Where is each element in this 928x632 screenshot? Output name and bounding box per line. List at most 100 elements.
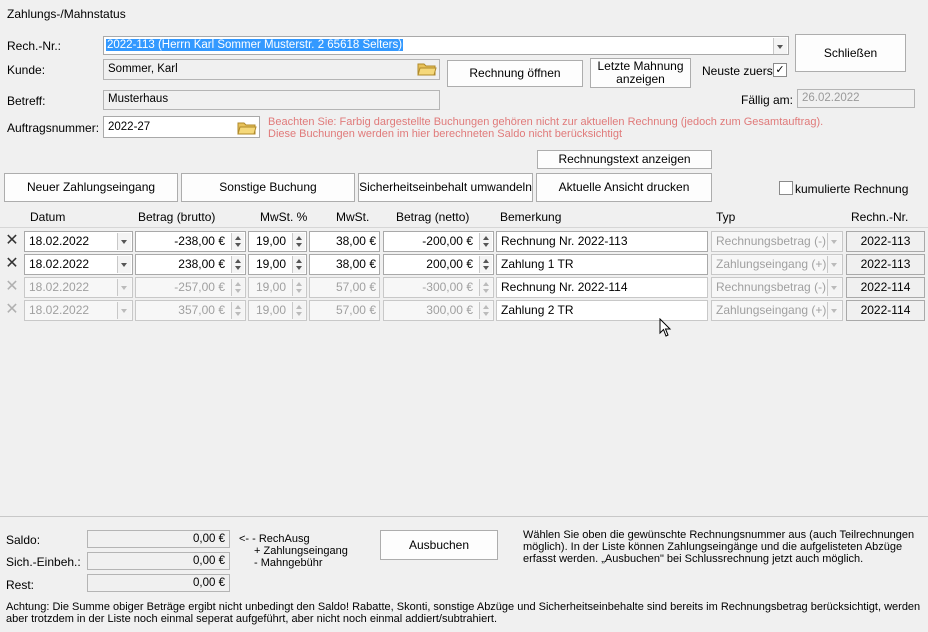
- mwst-cell[interactable]: 57,00 €: [309, 277, 380, 298]
- chevron-down-icon[interactable]: [827, 302, 841, 319]
- col-header-datum: Datum: [30, 210, 66, 224]
- auftrag-value: 2022-27: [108, 121, 151, 133]
- spinner-icon[interactable]: [231, 233, 244, 250]
- kunde-field[interactable]: Sommer, Karl: [103, 59, 440, 80]
- sich-einbeh-field[interactable]: 0,00 €: [87, 552, 230, 570]
- delete-icon[interactable]: ✕: [4, 256, 20, 272]
- kumulierte-checkbox[interactable]: [779, 181, 793, 195]
- sonstige-buchung-button[interactable]: Sonstige Buchung: [181, 173, 355, 202]
- datum-cell[interactable]: 18.02.2022: [24, 300, 133, 321]
- delete-icon[interactable]: ✕: [4, 233, 20, 249]
- chevron-down-icon[interactable]: [827, 256, 841, 273]
- brutto-cell[interactable]: 357,00 €: [135, 300, 246, 321]
- netto-value: 300,00 €: [426, 303, 473, 317]
- typ-cell[interactable]: Zahlungseingang (+): [711, 254, 843, 275]
- bemerkung-value: Zahlung 2 TR: [501, 303, 574, 317]
- sicherheitseinbehalt-button[interactable]: Sicherheitseinbehalt umwandeln: [358, 173, 533, 202]
- typ-cell[interactable]: Rechnungsbetrag (-): [711, 231, 843, 252]
- datum-cell[interactable]: 18.02.2022: [24, 254, 133, 275]
- mwst-pct-cell[interactable]: 19,00: [248, 231, 307, 252]
- rechnung-oeffnen-button[interactable]: Rechnung öffnen: [447, 60, 583, 87]
- typ-cell[interactable]: Rechnungsbetrag (-): [711, 277, 843, 298]
- mwst-cell[interactable]: 57,00 €: [309, 300, 380, 321]
- brutto-cell[interactable]: -257,00 €: [135, 277, 246, 298]
- chevron-down-icon[interactable]: [827, 279, 841, 296]
- datum-cell[interactable]: 18.02.2022: [24, 231, 133, 252]
- mwst-pct-cell[interactable]: 19,00: [248, 300, 307, 321]
- netto-cell[interactable]: -300,00 €: [383, 277, 494, 298]
- rechnungstext-button[interactable]: Rechnungstext anzeigen: [537, 150, 712, 169]
- chevron-down-icon[interactable]: [827, 233, 841, 250]
- chevron-down-icon[interactable]: [773, 38, 787, 54]
- rest-field[interactable]: 0,00 €: [87, 574, 230, 592]
- datum-cell[interactable]: 18.02.2022: [24, 277, 133, 298]
- legend-zahlungseingang: + Zahlungseingang: [254, 545, 348, 557]
- chevron-down-icon[interactable]: [117, 233, 131, 250]
- spinner-icon[interactable]: [292, 302, 305, 319]
- table-row[interactable]: ✕ 18.02.2022 -238,00 € 19,00 38,00 € -200,00 …: [0, 231, 928, 252]
- bemerkung-cell[interactable]: Rechnung Nr. 2022-114: [496, 277, 708, 298]
- mwst-value: 38,00 €: [335, 234, 376, 248]
- brutto-cell[interactable]: 238,00 €: [135, 254, 246, 275]
- footer-note: Achtung: Die Summe obiger Beträge ergibt…: [6, 601, 921, 625]
- letzte-mahnung-button[interactable]: Letzte Mahnung anzeigen: [590, 58, 691, 88]
- chevron-down-icon[interactable]: [117, 256, 131, 273]
- folder-icon[interactable]: [237, 120, 257, 135]
- brutto-cell[interactable]: -238,00 €: [135, 231, 246, 252]
- spinner-icon[interactable]: [479, 233, 492, 250]
- netto-cell[interactable]: -200,00 €: [383, 231, 494, 252]
- mwst-pct-cell[interactable]: 19,00: [248, 277, 307, 298]
- bemerkung-cell[interactable]: Zahlung 1 TR: [496, 254, 708, 275]
- schliessen-button[interactable]: Schließen: [795, 34, 906, 72]
- neuste-zuerst-checkbox[interactable]: ✓: [773, 63, 787, 77]
- netto-cell[interactable]: 300,00 €: [383, 300, 494, 321]
- bemerkung-cell[interactable]: Zahlung 2 TR: [496, 300, 708, 321]
- delete-icon[interactable]: ✕: [4, 279, 20, 295]
- rechn-nr-value: 2022-114: [860, 303, 911, 317]
- rechn-nr-value: 2022-114: [860, 280, 911, 294]
- netto-cell[interactable]: 200,00 €: [383, 254, 494, 275]
- bemerkung-cell[interactable]: Rechnung Nr. 2022-113: [496, 231, 708, 252]
- ausbuchen-button[interactable]: Ausbuchen: [380, 530, 498, 560]
- typ-cell[interactable]: Zahlungseingang (+): [711, 300, 843, 321]
- neuer-zahlungseingang-button[interactable]: Neuer Zahlungseingang: [4, 173, 178, 202]
- saldo-field[interactable]: 0,00 €: [87, 530, 230, 548]
- spinner-icon[interactable]: [292, 233, 305, 250]
- ansicht-drucken-button[interactable]: Aktuelle Ansicht drucken: [536, 173, 712, 202]
- spinner-icon[interactable]: [292, 279, 305, 296]
- betreff-field[interactable]: Musterhaus: [103, 90, 440, 110]
- chevron-down-icon[interactable]: [117, 302, 131, 319]
- table-row[interactable]: ✕ 18.02.2022 -257,00 € 19,00 57,00 € -300,00 …: [0, 277, 928, 298]
- auftrag-field[interactable]: 2022-27: [103, 116, 260, 138]
- delete-icon[interactable]: ✕: [4, 302, 20, 318]
- letzte-mahnung-line2: anzeigen: [616, 72, 665, 86]
- rech-nr-select[interactable]: 2022-113 (Herrn Karl Sommer Musterstr. 2…: [103, 36, 789, 55]
- faellig-value: 26.02.2022: [802, 92, 860, 104]
- mwst-pct-cell[interactable]: 19,00: [248, 254, 307, 275]
- mwst-cell[interactable]: 38,00 €: [309, 231, 380, 252]
- spinner-icon[interactable]: [231, 279, 244, 296]
- saldo-value: 0,00 €: [193, 533, 225, 545]
- sich-einbeh-value: 0,00 €: [193, 555, 225, 567]
- table-row[interactable]: ✕ 18.02.2022 238,00 € 19,00 38,00 € 200,00 € Z…: [0, 254, 928, 275]
- rechn-nr-cell: 2022-114: [846, 277, 925, 298]
- mwst-pct-value: 19,00: [255, 257, 286, 271]
- spinner-icon[interactable]: [231, 256, 244, 273]
- bemerkung-value: Rechnung Nr. 2022-113: [501, 234, 628, 248]
- col-header-rechn-nr: Rechn.-Nr.: [851, 210, 909, 224]
- spinner-icon[interactable]: [479, 279, 492, 296]
- col-header-mwst: MwSt.: [336, 210, 370, 224]
- spinner-icon[interactable]: [479, 302, 492, 319]
- datum-value: 18.02.2022: [29, 280, 90, 294]
- brutto-value: 238,00 €: [178, 257, 225, 271]
- spinner-icon[interactable]: [479, 256, 492, 273]
- spinner-icon[interactable]: [231, 302, 244, 319]
- booking-grid: ✕ 18.02.2022 -238,00 € 19,00 38,00 € -200,00 …: [0, 227, 928, 517]
- folder-icon[interactable]: [417, 61, 437, 76]
- spinner-icon[interactable]: [292, 256, 305, 273]
- chevron-down-icon[interactable]: [117, 279, 131, 296]
- table-row[interactable]: ✕ 18.02.2022 357,00 € 19,00 57,00 € 300,00 € Z…: [0, 300, 928, 321]
- faellig-field[interactable]: 26.02.2022: [797, 89, 915, 108]
- hint-line-2: Diese Buchungen werden im hier berechnet…: [268, 128, 623, 140]
- mwst-cell[interactable]: 38,00 €: [309, 254, 380, 275]
